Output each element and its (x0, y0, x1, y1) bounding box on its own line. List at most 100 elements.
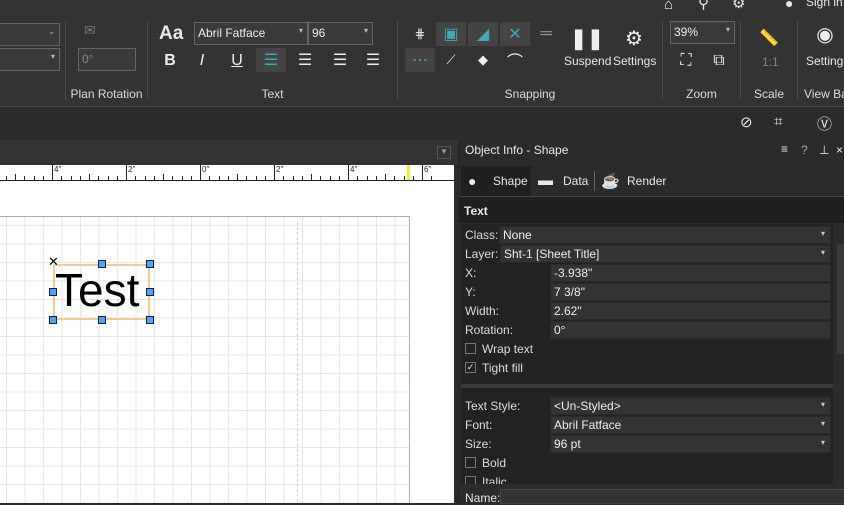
ruler-label: 4" (54, 165, 62, 174)
text-group-label: Text (261, 87, 284, 101)
italic-label: Italic (482, 475, 507, 484)
underline-button[interactable]: U (222, 49, 252, 73)
resize-handle[interactable] (98, 260, 106, 268)
fit-page-icon[interactable]: ⛶ (671, 49, 701, 73)
ruler-tick (329, 176, 331, 180)
plan-rotation-input[interactable]: 0° (78, 48, 136, 71)
pin-icon[interactable]: ⊥ (819, 143, 829, 157)
zoom-combo[interactable]: 39% ▾ (670, 21, 735, 44)
scale-value[interactable]: 1:1 (762, 55, 779, 69)
font-value: Abril Fatface (554, 418, 622, 432)
resize-handle[interactable] (49, 316, 57, 324)
resize-handle[interactable] (98, 316, 106, 324)
ruler-tick (52, 165, 53, 180)
settings-gear-icon[interactable]: ⚙ (619, 26, 649, 50)
italic-row[interactable]: Italic (461, 473, 831, 484)
drawing-canvas[interactable]: ▼ 4" 2" 0" 2" 4" 6" Test ✕ (0, 140, 458, 503)
help-icon[interactable]: ? (801, 143, 808, 157)
size-combo[interactable]: 96 ▾ (308, 22, 373, 45)
wrap-text-row[interactable]: Wrap text (461, 340, 831, 359)
name-input[interactable] (500, 489, 844, 504)
sign-in-link[interactable]: Sign in (806, 0, 843, 9)
snapping-settings-button[interactable]: Settings (613, 54, 656, 68)
snap-edge-icon[interactable]: ◆ (468, 48, 498, 72)
ruler-tick (237, 174, 238, 180)
visibility-icon[interactable]: Ⓥ (817, 113, 832, 134)
bold-checkbox[interactable] (465, 457, 476, 468)
resize-handle[interactable] (146, 260, 154, 268)
eye-icon[interactable]: ◉ (810, 22, 840, 46)
tight-fill-row[interactable]: ✓ Tight fill (461, 359, 831, 378)
italic-button[interactable]: I (187, 49, 217, 73)
ruler-tick (24, 176, 26, 180)
tab-shape[interactable]: ● Shape (461, 166, 531, 196)
resize-handle[interactable] (49, 288, 57, 296)
wrap-text-checkbox[interactable] (465, 343, 476, 354)
text-object[interactable]: Test (55, 265, 139, 315)
snap-angle-icon[interactable]: ◢ (468, 22, 498, 46)
ruler-tick (209, 176, 211, 180)
horizontal-ruler[interactable]: 4" 2" 0" 2" 4" 6" (0, 165, 454, 181)
pause-icon[interactable]: ❚❚ (570, 26, 604, 50)
gear-icon[interactable]: ⚙ (732, 0, 745, 12)
ruler-tick (126, 165, 127, 180)
scrollbar-thumb[interactable] (837, 244, 844, 354)
resize-handle[interactable] (146, 316, 154, 324)
snap-distance-icon[interactable]: ⋯ (405, 48, 435, 72)
search-icon[interactable]: ⚲ (698, 0, 709, 12)
snap-grid-icon[interactable]: ⋕ (405, 22, 435, 46)
ruler-tick (172, 176, 174, 180)
chevron-down-icon[interactable]: ▼ (437, 146, 451, 159)
italic-checkbox[interactable] (465, 476, 476, 484)
ribbon-combo-2[interactable]: ▾ (0, 48, 60, 71)
snap-points-icon[interactable]: ⟋ (436, 48, 466, 72)
hide-icon[interactable]: ⊘ (740, 113, 753, 131)
close-icon[interactable]: × (836, 143, 843, 157)
justify-icon[interactable]: ☰ (358, 48, 388, 72)
width-label: Width: (465, 304, 500, 318)
snap-parallel-icon[interactable]: ═ (531, 22, 561, 46)
y-input[interactable]: 7 3/8" (550, 283, 831, 301)
align-center-icon[interactable]: ☰ (290, 48, 320, 72)
tab-data[interactable]: ▬ Data (537, 166, 593, 196)
font-combo[interactable]: Abril Fatface ▾ (194, 22, 308, 45)
x-input[interactable]: -3.938" (550, 264, 831, 282)
snap-intersection-icon[interactable]: ✕ (500, 22, 530, 46)
ruler-tick (33, 176, 35, 180)
ribbon-combo-1[interactable]: ⌄ (0, 23, 60, 46)
font-case-icon[interactable]: Aa (159, 23, 183, 45)
width-input[interactable]: 2.62" (550, 302, 831, 320)
align-right-icon[interactable]: ☰ (325, 48, 355, 72)
properties-scrollbar[interactable] (835, 224, 844, 484)
user-icon: ● (785, 0, 794, 11)
layer-select[interactable]: Sht-1 [Sheet Title] ▾ (500, 245, 831, 263)
snap-tangent-icon[interactable]: ⌒ (500, 48, 530, 72)
shape-icon: ● (468, 173, 477, 189)
class-select[interactable]: None ▾ (499, 226, 831, 244)
tight-fill-checkbox[interactable]: ✓ (465, 362, 476, 373)
tab-render[interactable]: ☕ Render (599, 166, 669, 196)
font-row: Font: Abril Fatface ▾ (461, 416, 831, 435)
fit-objects-icon[interactable]: ⧉ (704, 49, 734, 73)
suspend-button[interactable]: Suspend (564, 54, 611, 68)
ruler-tick (42, 176, 44, 180)
text-style-select[interactable]: <Un-Styled> ▾ (550, 397, 831, 415)
rotation-input[interactable]: 0° (550, 321, 831, 339)
font-select[interactable]: Abril Fatface ▾ (550, 416, 831, 434)
text-object-selection[interactable]: Test (53, 264, 150, 320)
view-bar-settings-button[interactable]: Settings (806, 54, 844, 68)
scale-group-label: Scale (753, 87, 785, 101)
bold-row[interactable]: Bold (461, 454, 831, 473)
menu-icon[interactable]: ≡ (781, 142, 788, 156)
page-break (297, 222, 298, 503)
ruler-tick (79, 176, 81, 180)
snap-object-icon[interactable]: ▣ (436, 22, 466, 46)
crop-icon[interactable]: ⌗ (774, 113, 782, 130)
teapot-icon: ☕ (601, 173, 620, 190)
drawing-page[interactable] (0, 216, 410, 503)
view-bar-group-label: View Ba (804, 87, 844, 101)
align-left-icon[interactable]: ☰ (256, 48, 286, 72)
size-select[interactable]: 96 pt ▾ (550, 435, 831, 453)
resize-handle[interactable] (146, 288, 154, 296)
bold-button[interactable]: B (155, 49, 185, 73)
